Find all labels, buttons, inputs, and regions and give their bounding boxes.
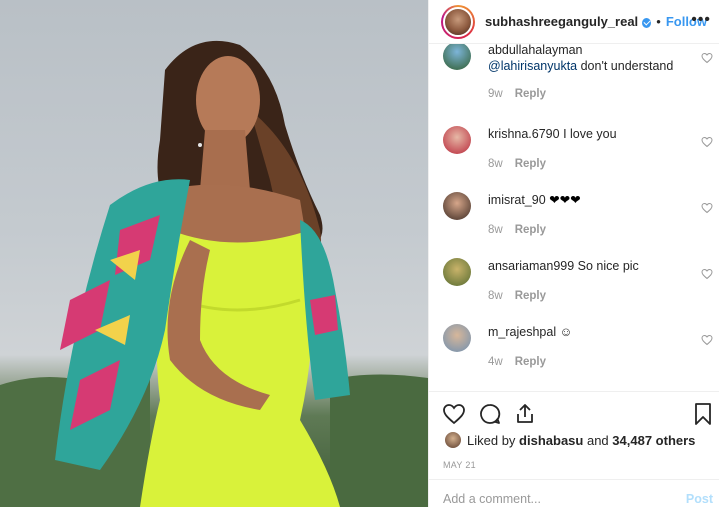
bookmark-icon[interactable] [691,402,715,426]
add-comment-bar: Post [429,479,719,507]
comment-like-heart-icon[interactable] [701,334,713,346]
comment-username[interactable]: imisrat_90 [488,193,546,207]
comments-list[interactable]: abdullahalayman @lahirisanyukta don't un… [429,44,719,391]
reply-button[interactable]: Reply [515,356,546,368]
add-comment-input[interactable] [443,492,643,506]
comment-like-heart-icon[interactable] [701,268,713,280]
comment-like-heart-icon[interactable] [701,52,713,64]
commenter-avatar[interactable] [443,258,471,286]
action-bar [429,391,719,435]
share-icon[interactable] [513,402,537,426]
comment-like-heart-icon[interactable] [701,202,713,214]
comment-username[interactable]: krishna.6790 [488,127,560,141]
comment-age: 8w [488,158,503,170]
likes-middle: and [586,432,609,448]
instagram-post: subhashreeganguly_real • Follow ••• abdu… [0,0,719,507]
author-avatar[interactable] [441,4,475,39]
comment-username[interactable]: ansariaman999 [488,259,574,273]
commenter-avatar[interactable] [443,44,471,70]
comment-username[interactable]: m_rajeshpal [488,325,556,339]
comment-mention[interactable]: @lahirisanyukta [488,59,577,73]
post-side-panel: subhashreeganguly_real • Follow ••• abdu… [428,0,719,507]
comment-body: So nice pic [577,259,639,273]
reply-button[interactable]: Reply [515,158,546,170]
commenter-avatar[interactable] [443,126,471,154]
commenter-avatar[interactable] [443,192,471,220]
comment-body: ❤❤❤ [549,193,581,207]
likes-prefix: Liked by [467,432,516,448]
post-photo[interactable] [0,0,428,507]
comment-icon[interactable] [478,402,502,426]
comment-meta: 8w Reply [488,158,546,170]
post-header: subhashreeganguly_real • Follow ••• [429,0,719,44]
commenter-avatar[interactable] [443,324,471,352]
comment-like-heart-icon[interactable] [701,136,713,148]
photo-illustration [0,40,428,507]
comment-age: 4w [488,356,503,368]
comment-body: I love you [563,127,617,141]
post-comment-button[interactable]: Post [686,492,713,506]
comment-age: 8w [488,224,503,236]
comment-text: imisrat_90 ❤❤❤ [488,192,693,208]
reply-button[interactable]: Reply [515,88,546,100]
likes-summary: Liked by dishabasu and 34,487 others [445,432,695,448]
comment-text: m_rajeshpal ☺ [488,324,693,340]
reply-button[interactable]: Reply [515,224,546,236]
comment-text: abdullahalayman @lahirisanyukta don't un… [488,44,693,74]
header-separator: • [656,14,661,29]
author-username[interactable]: subhashreeganguly_real [485,14,638,29]
verified-icon [642,17,652,28]
comment-text: krishna.6790 I love you [488,126,693,142]
liker-username[interactable]: dishabasu [519,433,583,448]
liker-avatar[interactable] [445,432,461,448]
more-options-icon[interactable]: ••• [691,11,711,29]
comment-meta: 8w Reply [488,224,546,236]
post-date[interactable]: MAY 21 [443,460,476,470]
heart-icon[interactable] [442,402,466,426]
likes-count[interactable]: 34,487 others [612,433,695,448]
comment-age: 8w [488,290,503,302]
comment-text: ansariaman999 So nice pic [488,258,693,274]
comment-username[interactable]: abdullahalayman [488,44,583,57]
comment-body: ☺ [559,325,573,339]
comment-meta: 9w Reply [488,88,546,100]
comment-age: 9w [488,88,503,100]
comment-meta: 8w Reply [488,290,546,302]
comment-body: don't understand [577,59,674,73]
comment-meta: 4w Reply [488,356,546,368]
reply-button[interactable]: Reply [515,290,546,302]
